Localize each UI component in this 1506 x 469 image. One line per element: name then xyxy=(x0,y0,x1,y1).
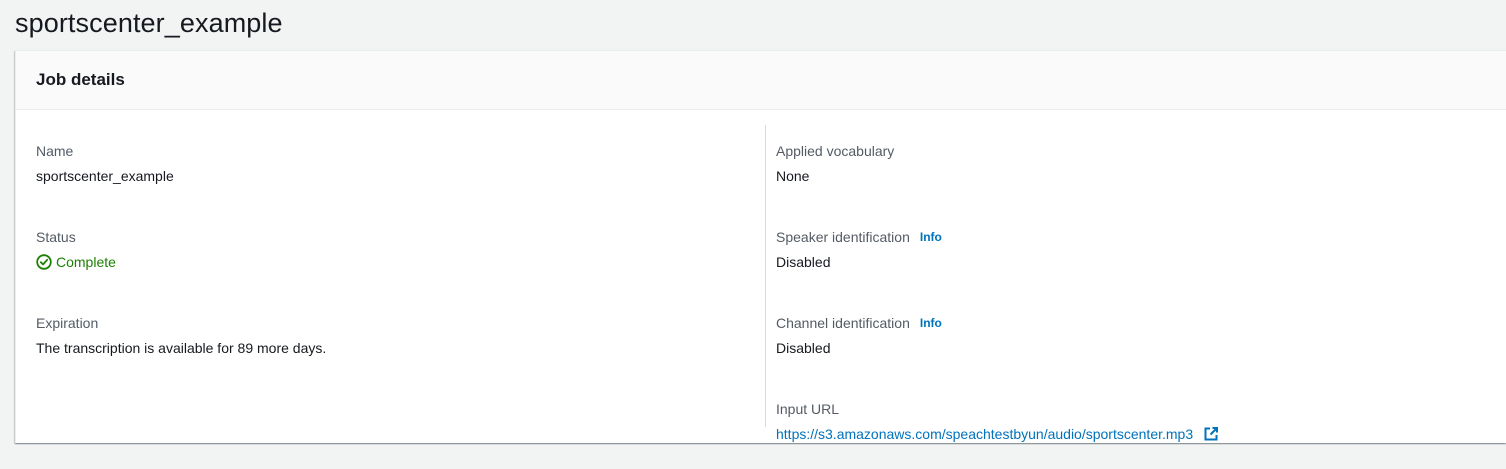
speaker-info-link[interactable]: Info xyxy=(920,227,942,247)
speaker-identification-label-row: Speaker identification Info xyxy=(776,227,1476,247)
input-url-field: Input URL https://s3.amazonaws.com/speac… xyxy=(776,399,1476,469)
input-url-row: https://s3.amazonaws.com/speachtestbyun/… xyxy=(776,424,1476,444)
page-title: sportscenter_example xyxy=(15,8,283,38)
check-circle-icon xyxy=(36,254,52,270)
vocabulary-value: None xyxy=(776,168,810,184)
expiration-value: The transcription is available for 89 mo… xyxy=(36,340,327,356)
channel-identification-field: Channel identification Info Disabled xyxy=(776,313,1476,383)
expiration-field: Expiration The transcription is availabl… xyxy=(36,313,756,383)
channel-identification-label: Channel identification xyxy=(776,315,910,331)
channel-identification-label-row: Channel identification Info xyxy=(776,313,1476,333)
channel-info-link[interactable]: Info xyxy=(920,313,942,333)
external-link-icon[interactable] xyxy=(1203,426,1219,442)
status-field: Status Complete xyxy=(36,227,756,297)
right-column: Applied vocabulary None Speaker identifi… xyxy=(776,125,1476,469)
speaker-identification-value: Disabled xyxy=(776,254,831,270)
status-value: Complete xyxy=(56,254,116,270)
name-field: Name sportscenter_example xyxy=(36,141,756,211)
input-url-link[interactable]: https://s3.amazonaws.com/speachtestbyun/… xyxy=(776,424,1193,444)
speaker-identification-field: Speaker identification Info Disabled xyxy=(776,227,1476,297)
speaker-identification-label: Speaker identification xyxy=(776,229,910,245)
name-value: sportscenter_example xyxy=(36,168,174,184)
job-details-panel: Job details Name sportscenter_example St… xyxy=(15,50,1506,443)
status-label: Status xyxy=(36,229,76,245)
column-divider xyxy=(765,125,766,427)
left-column: Name sportscenter_example Status Complet… xyxy=(36,125,756,383)
name-label: Name xyxy=(36,143,74,159)
input-url-label: Input URL xyxy=(776,401,840,417)
panel-header: Job details xyxy=(16,51,1506,110)
status-value-row: Complete xyxy=(36,252,756,272)
vocabulary-field: Applied vocabulary None xyxy=(776,141,1476,211)
panel-title: Job details xyxy=(36,70,125,89)
expiration-label: Expiration xyxy=(36,315,99,331)
vocabulary-label: Applied vocabulary xyxy=(776,143,895,159)
channel-identification-value: Disabled xyxy=(776,340,831,356)
